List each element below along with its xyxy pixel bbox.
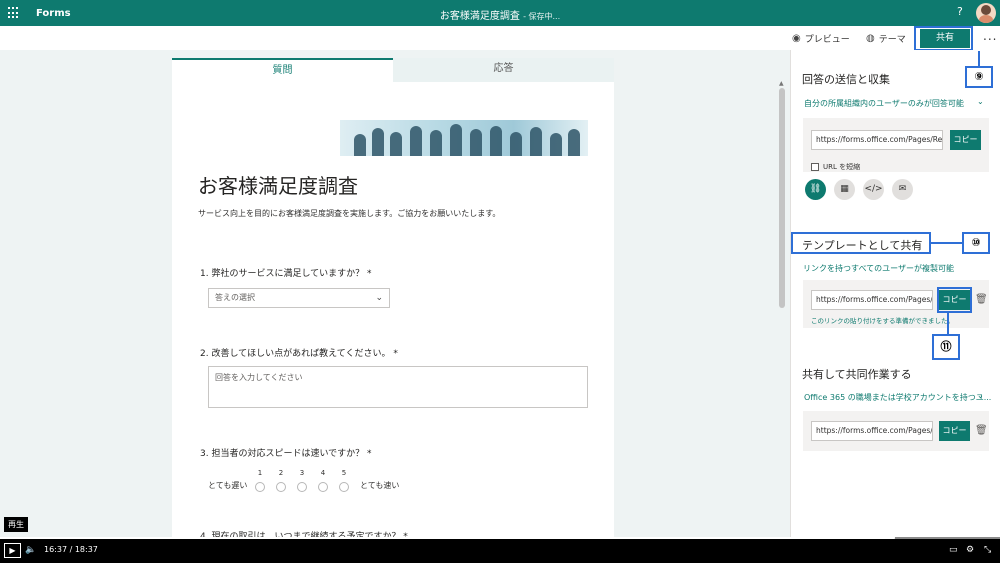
collect-copy-button[interactable]: コピー	[950, 130, 981, 150]
rating-number: 2	[278, 469, 284, 477]
question-3-label: 3. 担当者の対応スピードは速いですか？ *	[200, 449, 372, 459]
embed-code-icon[interactable]: </>	[863, 179, 884, 200]
shorten-url-checkbox[interactable]: URL を短縮	[811, 162, 860, 172]
video-time: 16:37 / 18:37	[44, 545, 98, 554]
question-1-select[interactable]: 答えの選択 ⌄	[208, 288, 390, 308]
template-url-field[interactable]: https://forms.office.com/Pages/ShareForm…	[811, 290, 933, 310]
rating-number: 5	[341, 469, 347, 477]
link-icon[interactable]: ⛓	[805, 179, 826, 200]
avatar[interactable]	[976, 3, 996, 23]
chevron-down-icon[interactable]: ⌄	[977, 97, 984, 106]
rating-left-label: とても遅い	[208, 481, 248, 490]
command-bar: ◉ プレビュー ◍ テーマ 共有 ...	[0, 26, 1000, 50]
vertical-scrollbar[interactable]: ▲	[778, 80, 786, 538]
preview-label: プレビュー	[804, 35, 850, 45]
annotation-line	[931, 242, 962, 244]
share-method-icons: ⛓ ▦ </> ✉	[805, 179, 913, 200]
rating-option-2[interactable]	[276, 482, 286, 492]
template-heading-highlight	[791, 232, 931, 254]
collab-link-box: https://forms.office.com/Pages/DesignPag…	[803, 411, 989, 451]
rating-option-5[interactable]	[339, 482, 349, 492]
tab-responses[interactable]: 応答	[393, 58, 614, 82]
template-scope: リンクを持つすべてのユーザーが複製可能	[803, 264, 954, 273]
collab-heading: 共有して共同作業する	[802, 368, 912, 381]
copy-ready-message: このリンクの貼り付けをする準備ができました。	[811, 317, 954, 325]
form-banner-image	[340, 120, 588, 156]
theme-label: テーマ	[878, 35, 906, 45]
document-title-text: お客様満足度調査	[439, 11, 520, 22]
fullscreen-icon[interactable]: ⤡	[984, 545, 991, 555]
scroll-up-icon[interactable]: ▲	[779, 80, 784, 87]
trash-icon[interactable]: 🗑	[975, 294, 988, 305]
collect-link-box: https://forms.office.com/Pages/ResponseP…	[803, 118, 989, 172]
help-icon[interactable]: ?	[957, 5, 963, 18]
collab-scope-dropdown[interactable]: Office 365 の職場または学校アカウントを持つユ...	[804, 392, 991, 403]
theme-button[interactable]: ◍ テーマ	[866, 32, 906, 45]
shorten-url-label: URL を短縮	[823, 163, 861, 171]
collect-heading: 回答の送信と収集	[802, 73, 890, 86]
collab-copy-button[interactable]: コピー	[939, 421, 970, 441]
play-button[interactable]: ▶	[4, 543, 21, 558]
collect-url-field[interactable]: https://forms.office.com/Pages/ResponseP…	[811, 130, 943, 150]
app-header: Forms お客様満足度調査 - 保存中... ?	[0, 0, 1000, 26]
share-highlight	[914, 26, 973, 51]
save-status: - 保存中...	[523, 12, 561, 21]
form-title[interactable]: お客様満足度調査	[198, 170, 358, 199]
annotation-badge-10: ⑩	[962, 232, 990, 254]
select-placeholder: 答えの選択	[215, 293, 255, 302]
chevron-down-icon: ⌄	[375, 293, 383, 303]
question-1-label: 1. 弊社のサービスに満足していますか？ *	[200, 269, 372, 279]
form-description[interactable]: サービス向上を目的にお客様満足度調査を実施します。ご協力をお願いいたします。	[198, 208, 500, 219]
collect-scope-dropdown[interactable]: 自分の所属組織内のユーザーのみが回答可能	[804, 98, 964, 109]
document-title: お客様満足度調査 - 保存中...	[0, 7, 1000, 22]
email-icon[interactable]: ✉	[892, 179, 913, 200]
form-canvas: 質問 応答 お客様満足度調査 サービス向上を目的にお客様満足度調査を実施します。…	[172, 58, 614, 538]
rating-option-3[interactable]	[297, 482, 307, 492]
palette-icon: ◍	[866, 33, 875, 44]
annotation-badge-11: ⑪	[932, 334, 960, 360]
settings-icon[interactable]: ⚙	[966, 545, 974, 555]
checkbox-box[interactable]	[811, 163, 819, 171]
app-name[interactable]: Forms	[36, 8, 71, 19]
question-2-textarea[interactable]: 回答を入力してください	[208, 366, 588, 408]
trash-icon[interactable]: 🗑	[975, 425, 988, 436]
rating-right-label: とても速い	[360, 481, 400, 490]
play-tooltip: 再生	[4, 517, 28, 532]
captions-icon[interactable]: ▭	[949, 545, 958, 555]
annotation-line	[947, 313, 949, 334]
qr-code-icon[interactable]: ▦	[834, 179, 855, 200]
more-options-icon[interactable]: ...	[983, 29, 997, 43]
rating-number: 4	[320, 469, 326, 477]
annotation-badge-9: ⑨	[965, 66, 993, 88]
copy-button-highlight	[937, 287, 972, 313]
collab-url-field[interactable]: https://forms.office.com/Pages/DesignPag…	[811, 421, 933, 441]
rating-option-4[interactable]	[318, 482, 328, 492]
eye-icon: ◉	[792, 33, 801, 44]
scrollbar-thumb[interactable]	[779, 88, 785, 308]
form-tabs: 質問 応答	[172, 58, 614, 82]
question-2-label: 2. 改善してほしい点があれば教えてください。 *	[200, 349, 398, 359]
rating-number: 1	[257, 469, 263, 477]
app-launcher-icon[interactable]	[8, 7, 20, 19]
preview-button[interactable]: ◉ プレビュー	[792, 32, 850, 45]
tab-questions[interactable]: 質問	[172, 58, 393, 82]
volume-icon[interactable]: 🔈	[25, 545, 36, 555]
annotation-line	[978, 51, 980, 66]
rating-option-1[interactable]	[255, 482, 265, 492]
rating-number: 3	[299, 469, 305, 477]
video-control-bar: ▶ 🔈 16:37 / 18:37 ▭ ⚙ ⤡	[0, 539, 1000, 563]
chevron-down-icon[interactable]: ⌄	[977, 391, 984, 400]
